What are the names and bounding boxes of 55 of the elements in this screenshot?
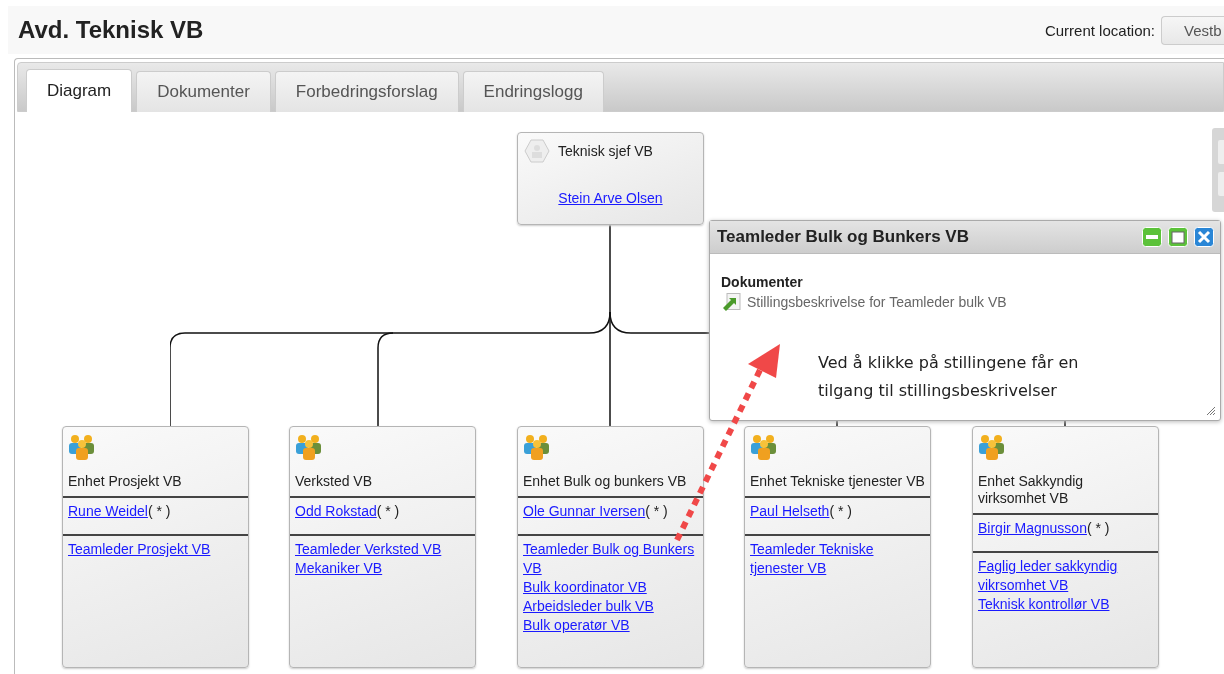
node-title: Enhet Prosjekt VB	[68, 473, 183, 490]
org-node[interactable]: Verksted VB Odd Rokstad( * ) Teamleder Verksted VB Mekaniker VB	[289, 426, 476, 668]
people-icon	[750, 433, 778, 461]
popup-title: Teamleder Bulk og Bunkers VB	[717, 227, 969, 247]
node-title: Teknisk sjef VB	[558, 143, 653, 159]
person-link[interactable]: Ole Gunnar Iversen	[523, 503, 646, 519]
people-icon	[295, 433, 323, 461]
people-icon	[68, 433, 96, 461]
document-arrow-icon	[721, 293, 741, 311]
document-link[interactable]: Stillingsbeskrivelse for Teamleder bulk VB	[721, 293, 1209, 311]
manager-marker: ( * )	[829, 503, 852, 519]
person-link[interactable]: Stein Arve Olsen	[558, 190, 663, 206]
page-title: Avd. Teknisk VB	[18, 16, 204, 44]
annotation-text: Ved å klikke på stillingene får en tilgang til stillingsbeskrivelser	[818, 352, 1080, 402]
resize-grip-icon	[1206, 406, 1216, 416]
person-link[interactable]: Birgir Magnusson	[978, 520, 1087, 536]
org-node[interactable]: Teknisk sjef VB Stein Arve Olsen	[517, 132, 704, 225]
maximize-button[interactable]	[1168, 227, 1188, 247]
node-title: Enhet Tekniske tjenester VB	[750, 473, 925, 490]
person-link[interactable]: Odd Rokstad	[295, 503, 377, 519]
node-title: Enhet Bulk og bunkers VB	[523, 473, 688, 490]
manager-marker: ( * )	[147, 503, 171, 519]
person-placeholder-icon	[524, 139, 550, 163]
role-link[interactable]: Faglig leder sakkyndig vikrsomhet VB	[978, 557, 1153, 595]
close-button[interactable]	[1194, 227, 1214, 247]
role-link[interactable]: Teamleder Prosjekt VB	[68, 540, 243, 559]
role-link[interactable]: Bulk operatør VB	[523, 616, 698, 635]
person-link[interactable]: Paul Helseth	[750, 503, 830, 519]
node-title: Verksted VB	[295, 473, 374, 490]
role-link[interactable]: Arbeidsleder bulk VB	[523, 597, 698, 616]
people-icon	[523, 433, 551, 461]
role-link[interactable]: Teknisk kontrollør VB	[978, 595, 1153, 614]
org-node[interactable]: Enhet Sakkyndig virksomhet VB Birgir Magnusson( * ) Faglig leder sakkyndig vikrsomhet VB Teknisk kontrollør VB	[972, 426, 1159, 668]
org-node[interactable]: Enhet Tekniske tjenester VB Paul Helseth( * ) Teamleder Tekniske tjenester VB	[744, 426, 931, 668]
location-select[interactable]: Vestb	[1161, 15, 1224, 45]
location-label: Current location:	[1044, 21, 1155, 39]
people-icon	[978, 433, 1006, 461]
section-heading: Dokumenter	[721, 274, 804, 290]
tab[interactable]: Diagram	[26, 69, 133, 112]
manager-marker: ( * )	[1086, 520, 1110, 536]
node-title: Enhet Sakkyndig virksomhet VB	[978, 473, 1085, 507]
tab[interactable]: Endringslogg	[462, 71, 604, 112]
minimize-button[interactable]	[1142, 227, 1162, 247]
role-link[interactable]: Mekaniker VB	[295, 559, 470, 578]
tab[interactable]: Forbedringsforslag	[274, 71, 459, 112]
manager-marker: ( * )	[645, 503, 668, 519]
org-node[interactable]: Enhet Prosjekt VB Rune Weidel( * ) Teamleder Prosjekt VB	[62, 426, 249, 668]
manager-marker: ( * )	[376, 503, 400, 519]
person-link[interactable]: Rune Weidel	[68, 503, 148, 519]
org-node[interactable]: Enhet Bulk og bunkers VB Ole Gunnar Iversen( * ) Teamleder Bulk og Bunkers VB Bulk koordinator VB Arbeidsleder bulk VB Bulk operatør VB	[517, 426, 704, 668]
role-link[interactable]: Teamleder Verksted VB	[295, 540, 470, 559]
role-link[interactable]: Teamleder Tekniske tjenester VB	[750, 540, 925, 578]
role-link[interactable]: Bulk koordinator VB	[523, 578, 698, 597]
role-link[interactable]: Teamleder Bulk og Bunkers VB	[523, 540, 698, 578]
tab[interactable]: Dokumenter	[136, 71, 271, 112]
